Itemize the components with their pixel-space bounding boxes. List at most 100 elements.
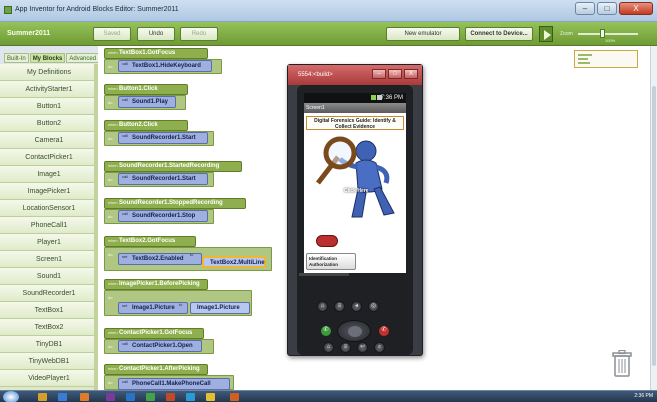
drawer-item[interactable]: ImagePicker1 bbox=[0, 183, 98, 200]
drawer-item[interactable]: TinyDB1 bbox=[0, 336, 98, 353]
event-label: ContactPicker1.AfterPicking bbox=[119, 366, 200, 372]
drawer-item[interactable]: ActivityStarter1 bbox=[0, 81, 98, 98]
call-block[interactable]: call ContactPicker1.Open bbox=[118, 340, 202, 352]
zoom-label: Zoom bbox=[560, 31, 573, 37]
drawer-item[interactable]: Sound1 bbox=[0, 268, 98, 285]
drawer-tab[interactable]: Advanced bbox=[66, 53, 100, 63]
getter-block[interactable]: TextBox2.MultiLine bbox=[202, 256, 266, 268]
screen-scroll-indicator bbox=[299, 273, 349, 276]
start-button-icon[interactable] bbox=[3, 391, 19, 402]
call-block[interactable]: call Sound1.Play bbox=[118, 96, 176, 108]
workspace-minimap[interactable] bbox=[574, 50, 638, 68]
drawer-tab[interactable]: Built-In bbox=[4, 53, 29, 63]
event-block[interactable]: when Button2.Click bbox=[104, 120, 188, 131]
drawer-item[interactable]: PhoneCall1 bbox=[0, 217, 98, 234]
menu-key-icon[interactable]: ≡ bbox=[334, 301, 345, 312]
drawer-item[interactable]: Button1 bbox=[0, 98, 98, 115]
media-icon[interactable] bbox=[80, 393, 89, 401]
back-key-icon[interactable]: ↩ bbox=[357, 342, 368, 353]
call-block[interactable]: call SoundRecorder1.Start bbox=[118, 132, 208, 144]
dpad-control[interactable] bbox=[337, 320, 371, 342]
redo-button[interactable]: Redo bbox=[180, 27, 218, 41]
identification-button[interactable]: Identification Authorization bbox=[306, 253, 356, 270]
trash-can-icon[interactable] bbox=[612, 350, 632, 378]
drawer-item[interactable]: ContactPicker1 bbox=[0, 149, 98, 166]
call-label: call bbox=[122, 379, 129, 384]
outlook-icon[interactable] bbox=[186, 393, 195, 401]
ie-icon[interactable] bbox=[58, 393, 67, 401]
search-key-icon[interactable]: ⌕ bbox=[374, 342, 385, 353]
end-call-key-icon[interactable]: ✆ bbox=[379, 326, 389, 336]
home-key-icon[interactable]: ⌂ bbox=[317, 301, 328, 312]
minimize-button[interactable]: – bbox=[575, 2, 595, 15]
menu-key-icon[interactable]: ≡ bbox=[340, 342, 351, 353]
phone-screen[interactable]: 7:36 PM Screen1 Digital Forensics Guide:… bbox=[304, 93, 406, 273]
power-key-icon[interactable]: ◎ bbox=[368, 301, 379, 312]
drawer-item[interactable]: VideoPlayer1 bbox=[0, 370, 98, 387]
call-block[interactable]: call TextBox1.HideKeyboard bbox=[118, 60, 212, 72]
guide-title-label: Digital Forensics Guide: Identify & Coll… bbox=[306, 116, 404, 130]
close-button[interactable]: X bbox=[619, 2, 653, 15]
call-label: call bbox=[122, 341, 129, 346]
drawer-item[interactable]: SoundRecorder1 bbox=[0, 285, 98, 302]
setter-block[interactable]: set Image1.Picture bbox=[118, 302, 188, 314]
event-block[interactable]: when ContactPicker1.GotFocus bbox=[104, 328, 204, 339]
emulator-play-icon[interactable] bbox=[539, 26, 553, 42]
home-key-icon[interactable]: ⌂ bbox=[323, 342, 334, 353]
event-block[interactable]: when ImagePicker1.BeforePicking bbox=[104, 279, 208, 290]
event-block[interactable]: when Button1.Click bbox=[104, 84, 188, 95]
event-block[interactable]: when SoundRecorder1.StartedRecording bbox=[104, 161, 242, 172]
event-block[interactable]: when ContactPicker1.AfterPicking bbox=[104, 364, 208, 375]
drawer-item[interactable]: TextBox1 bbox=[0, 302, 98, 319]
drawer-item[interactable]: Screen1 bbox=[0, 251, 98, 268]
drawer-item[interactable]: TextBox2 bbox=[0, 319, 98, 336]
emulator-close-button[interactable]: X bbox=[404, 69, 418, 79]
call-key-icon[interactable]: ✆ bbox=[321, 326, 331, 336]
call-block[interactable]: call PhoneCall1.MakePhoneCall bbox=[118, 378, 230, 390]
dpad-center-button[interactable] bbox=[348, 326, 362, 337]
drawer-item[interactable]: Button2 bbox=[0, 115, 98, 132]
drawer-item[interactable]: Camera1 bbox=[0, 132, 98, 149]
click-here-label[interactable]: Click Here bbox=[344, 188, 368, 194]
word-icon[interactable] bbox=[126, 393, 135, 401]
volume-key-icon[interactable]: ◂ bbox=[351, 301, 362, 312]
emulator-minimize-button[interactable]: – bbox=[372, 69, 386, 79]
drawer-item[interactable]: LocationSensor1 bbox=[0, 200, 98, 217]
folder-icon[interactable] bbox=[206, 393, 215, 401]
call-block[interactable]: call SoundRecorder1.Stop bbox=[118, 210, 208, 222]
java-icon[interactable] bbox=[230, 393, 239, 401]
event-label: Button2.Click bbox=[119, 122, 158, 128]
android-emulator-window[interactable]: 5554:<build> – □ X 7:36 PM Screen1 Digit… bbox=[287, 64, 423, 356]
drawer-item[interactable]: Player1 bbox=[0, 234, 98, 251]
event-block[interactable]: when TextBox2.GotFocus bbox=[104, 236, 196, 247]
call-block[interactable]: call SoundRecorder1.Start bbox=[118, 173, 208, 185]
drawer-item[interactable]: TinyWebDB1 bbox=[0, 353, 98, 370]
detective-magnifier-image[interactable] bbox=[304, 131, 406, 227]
record-button[interactable] bbox=[316, 235, 338, 247]
drawer-item[interactable]: Image1 bbox=[0, 166, 98, 183]
event-block[interactable]: when SoundRecorder1.StoppedRecording bbox=[104, 198, 246, 209]
drawer-item[interactable]: My Definitions bbox=[0, 64, 98, 81]
explorer-icon[interactable] bbox=[38, 393, 47, 401]
do-label: do bbox=[108, 100, 113, 105]
android-status-bar: 7:36 PM bbox=[304, 93, 406, 103]
when-label: when bbox=[108, 200, 118, 205]
zoom-slider-track[interactable] bbox=[578, 33, 638, 35]
new-emulator-button[interactable]: New emulator bbox=[386, 27, 460, 41]
getter-block[interactable]: Image1.Picture bbox=[190, 302, 250, 314]
connect-to-device-dropdown[interactable]: Connect to Device... bbox=[465, 27, 533, 41]
event-block[interactable]: when TextBox1.GotFocus bbox=[104, 48, 208, 59]
workspace-scrollbar[interactable] bbox=[650, 46, 657, 390]
scrollbar-thumb[interactable] bbox=[652, 86, 656, 366]
maximize-button[interactable]: □ bbox=[597, 2, 617, 15]
emulator-maximize-button[interactable]: □ bbox=[388, 69, 402, 79]
drawer-tab[interactable]: My Blocks bbox=[29, 53, 66, 63]
excel-icon[interactable] bbox=[146, 393, 155, 401]
app-icon[interactable] bbox=[106, 393, 115, 401]
set-label: set bbox=[122, 303, 128, 308]
saved-button[interactable]: Saved bbox=[93, 27, 131, 41]
undo-button[interactable]: Undo bbox=[137, 27, 175, 41]
zoom-slider-knob[interactable] bbox=[600, 29, 605, 38]
signal-icon bbox=[371, 95, 376, 100]
powerpoint-icon[interactable] bbox=[166, 393, 175, 401]
